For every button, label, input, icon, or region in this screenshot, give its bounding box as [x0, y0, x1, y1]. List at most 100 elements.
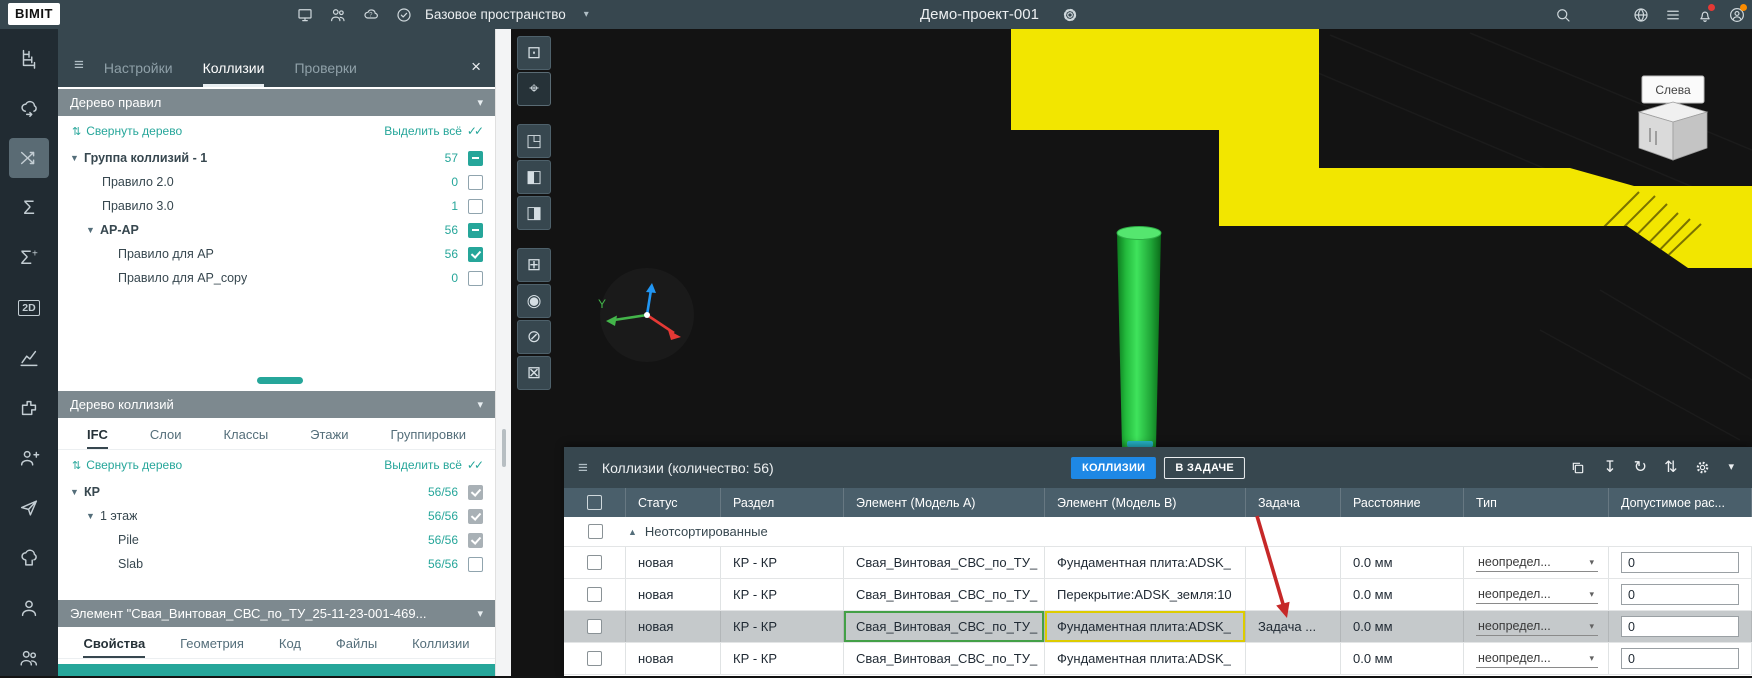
collapse-tree-link[interactable]: ⇅Свернуть дерево: [72, 124, 182, 138]
cell-task[interactable]: [1246, 643, 1341, 674]
collapse-panel-icon[interactable]: ▾: [1728, 462, 1734, 473]
clash-detection-icon[interactable]: [9, 138, 49, 178]
refresh-icon[interactable]: ↻: [1634, 460, 1647, 476]
row-checkbox[interactable]: [587, 651, 602, 666]
column-header-distance[interactable]: Расстояние: [1341, 488, 1464, 517]
tab-geometry[interactable]: Геометрия: [180, 636, 244, 658]
tab-code[interactable]: Код: [279, 636, 301, 658]
focus-selection-icon[interactable]: ⌖: [517, 72, 551, 106]
allowed-distance-input[interactable]: 0: [1621, 552, 1739, 573]
allowed-distance-input[interactable]: 0: [1621, 584, 1739, 605]
select-all-checkbox[interactable]: [587, 495, 602, 510]
rules-tree-header[interactable]: Дерево правил ▾: [58, 89, 495, 116]
panel-menu-icon[interactable]: ≡: [578, 458, 588, 478]
tree-row[interactable]: ▼ 1 этаж 56/56: [58, 504, 495, 528]
collapse-group-icon[interactable]: ▲: [628, 527, 637, 537]
collision-row-selected[interactable]: новая КР - КР Свая_Винтовая_СВС_по_ТУ_ Ф…: [564, 611, 1752, 643]
allowed-distance-input[interactable]: 0: [1621, 648, 1739, 669]
expander-icon[interactable]: ▼: [86, 511, 100, 521]
group-checkbox[interactable]: [588, 524, 603, 539]
cloud-help-icon[interactable]: ?: [362, 6, 380, 24]
notifications-icon[interactable]: [1696, 6, 1714, 24]
splitter-handle[interactable]: [502, 429, 506, 467]
section-fill-icon[interactable]: ◧: [517, 160, 551, 194]
type-select[interactable]: неопредел...▾: [1476, 649, 1598, 668]
send-icon[interactable]: [9, 488, 49, 528]
tree-row-checkbox[interactable]: [468, 557, 483, 572]
close-icon[interactable]: ×: [471, 57, 481, 77]
tree-row-checkbox[interactable]: [468, 175, 483, 190]
expander-icon[interactable]: ▼: [86, 225, 100, 235]
tree-row-checkbox[interactable]: [468, 485, 483, 500]
user-avatar-icon[interactable]: [1728, 6, 1746, 24]
show-all-icon[interactable]: ◉: [517, 284, 551, 318]
half-section-icon[interactable]: ◨: [517, 196, 551, 230]
user-icon[interactable]: [9, 588, 49, 628]
tree-row[interactable]: Pile 56/56: [58, 528, 495, 552]
select-all-link[interactable]: Выделить всё✓✓: [384, 124, 481, 138]
collision-row[interactable]: новая КР - КР Свая_Винтовая_СВС_по_ТУ_ П…: [564, 579, 1752, 611]
tree-row[interactable]: Правило для АР_copy 0: [58, 266, 495, 290]
hide-selected-icon[interactable]: ⊘: [517, 320, 551, 354]
workspace-selector[interactable]: Базовое пространство ▾: [425, 0, 589, 29]
monitor-icon[interactable]: [296, 6, 314, 24]
sum-plus-icon[interactable]: Σ+: [9, 238, 49, 278]
tree-row-checkbox[interactable]: [468, 151, 483, 166]
model-tree-icon[interactable]: [9, 38, 49, 78]
sum-icon[interactable]: Σ: [9, 188, 49, 228]
tree-row[interactable]: Правило 2.0 0: [58, 170, 495, 194]
expander-icon[interactable]: ▼: [70, 153, 84, 163]
2d-view-icon[interactable]: 2D: [9, 288, 49, 328]
tree-row-checkbox[interactable]: [468, 199, 483, 214]
tree-row[interactable]: Slab 56/56: [58, 552, 495, 576]
horizontal-scrollbar[interactable]: [257, 377, 303, 384]
tab-floors[interactable]: Этажи: [310, 427, 348, 449]
collision-tree-header[interactable]: Дерево коллизий ▾: [58, 391, 495, 418]
tree-row[interactable]: Правило для АР 56: [58, 242, 495, 266]
cloud-storage-icon[interactable]: [9, 538, 49, 578]
column-header-section[interactable]: Раздел: [721, 488, 844, 517]
panel-menu-icon[interactable]: ≡: [74, 55, 84, 75]
tab-files[interactable]: Файлы: [336, 636, 377, 658]
fit-view-icon[interactable]: ⊡: [517, 36, 551, 70]
user-add-icon[interactable]: [9, 438, 49, 478]
column-header-status[interactable]: Статус: [626, 488, 721, 517]
search-icon[interactable]: [1554, 6, 1572, 24]
users-icon[interactable]: [329, 6, 347, 24]
tab-collisions[interactable]: Коллизии: [203, 60, 265, 87]
check-circle-icon[interactable]: [395, 6, 413, 24]
tree-row[interactable]: ▼ АР-АР 56: [58, 218, 495, 242]
select-all-link[interactable]: Выделить всё✓✓: [384, 458, 481, 472]
tree-row-checkbox[interactable]: [468, 247, 483, 262]
type-select[interactable]: неопредел...▾: [1476, 553, 1598, 572]
type-select[interactable]: неопредел...▾: [1476, 617, 1598, 636]
menu-list-icon[interactable]: [1664, 6, 1682, 24]
tab-groupings[interactable]: Группировки: [390, 427, 466, 449]
tab-checks[interactable]: Проверки: [294, 60, 356, 87]
tab-settings[interactable]: Настройки: [104, 60, 173, 87]
project-settings-icon[interactable]: [1061, 6, 1079, 24]
tab-layers[interactable]: Слои: [150, 427, 182, 449]
row-checkbox[interactable]: [587, 587, 602, 602]
tab-ifc[interactable]: IFC: [87, 427, 108, 449]
element-section-header[interactable]: Элемент "Свая_Винтовая_СВС_по_ТУ_25-11-2…: [58, 600, 495, 627]
tree-row[interactable]: ▼ Группа коллизий - 1 57: [58, 146, 495, 170]
cell-task[interactable]: [1246, 547, 1341, 578]
tree-row[interactable]: ▼ КР 56/56: [58, 480, 495, 504]
expander-icon[interactable]: ▼: [70, 487, 84, 497]
cell-task[interactable]: [1246, 579, 1341, 610]
tree-row-checkbox[interactable]: [468, 271, 483, 286]
tree-row-checkbox[interactable]: [468, 509, 483, 524]
in-task-toggle-button[interactable]: В ЗАДАЧЕ: [1164, 457, 1245, 479]
collapse-tree-link[interactable]: ⇅Свернуть дерево: [72, 458, 182, 472]
column-header-element-b[interactable]: Элемент (Модель B): [1045, 488, 1246, 517]
cell-task[interactable]: Задача ...: [1246, 611, 1341, 642]
tree-row[interactable]: Правило 3.0 1: [58, 194, 495, 218]
column-header-element-a[interactable]: Элемент (Модель A): [844, 488, 1045, 517]
sort-icon[interactable]: ⇅: [1664, 460, 1677, 476]
type-select[interactable]: неопредел...▾: [1476, 585, 1598, 604]
tab-element-collisions[interactable]: Коллизии: [412, 636, 469, 658]
row-checkbox[interactable]: [587, 619, 602, 634]
tree-row-checkbox[interactable]: [468, 533, 483, 548]
column-header-allowed[interactable]: Допустимое рас...: [1609, 488, 1752, 517]
